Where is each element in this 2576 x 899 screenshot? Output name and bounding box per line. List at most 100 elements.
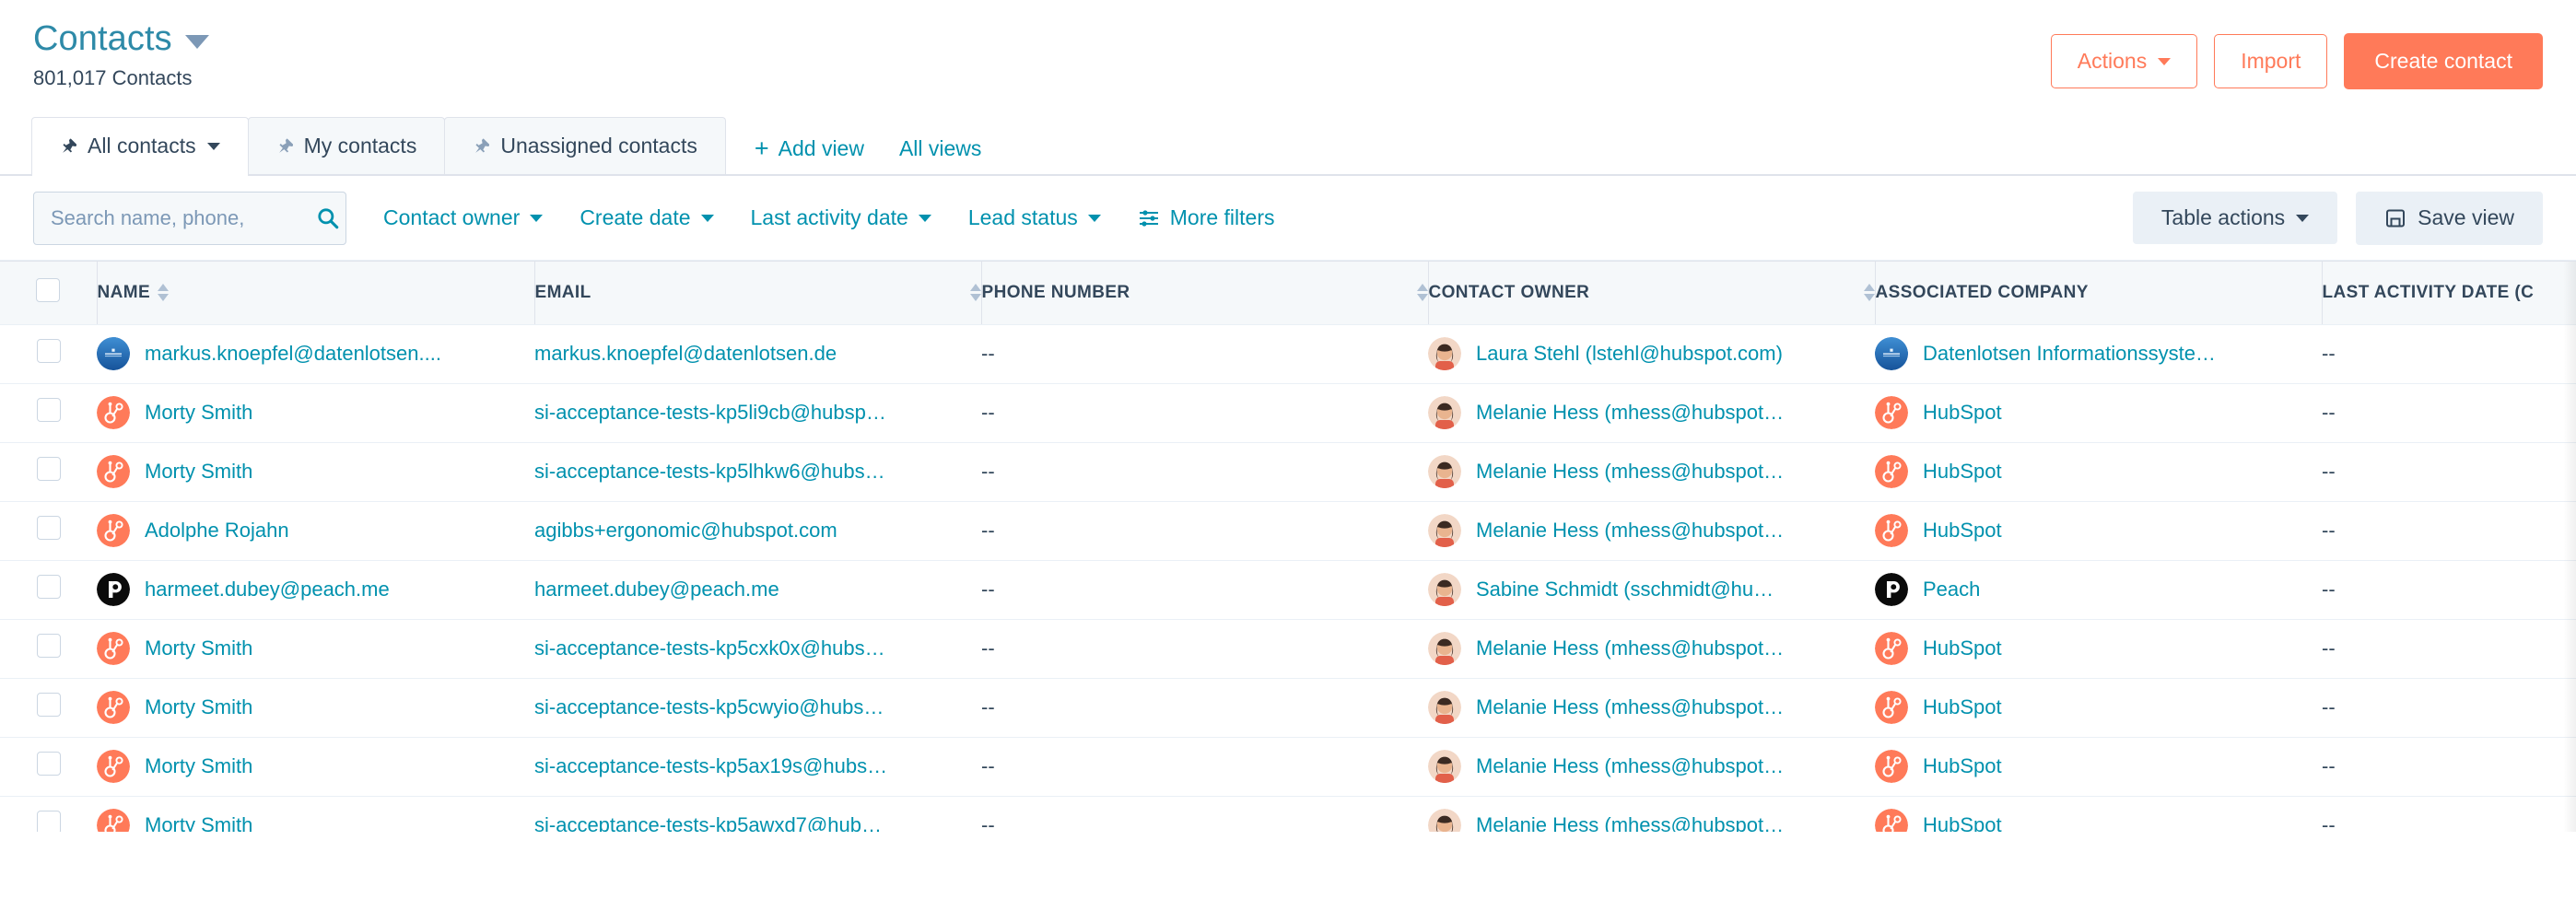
contact-owner-link[interactable]: Melanie Hess (mhess@hubspot…	[1476, 695, 1784, 719]
tab-unassigned-contacts[interactable]: Unassigned contacts	[444, 117, 726, 174]
table-row[interactable]: markus.knoepfel@datenlotsen.... markus.kn…	[0, 324, 2576, 384]
column-header-contact-owner[interactable]: CONTACT OWNER	[1428, 262, 1876, 325]
row-checkbox[interactable]	[36, 457, 61, 481]
cell-contact-owner[interactable]: Melanie Hess (mhess@hubspot…	[1428, 737, 1875, 797]
contact-owner-link[interactable]: Melanie Hess (mhess@hubspot…	[1476, 519, 1784, 543]
row-checkbox[interactable]	[36, 575, 61, 599]
row-select-cell[interactable]	[0, 501, 97, 561]
contact-email-link[interactable]: agibbs+ergonomic@hubspot.com	[534, 519, 981, 543]
cell-email[interactable]: si-acceptance-tests-kp5cxk0x@hubs…	[534, 619, 981, 679]
cell-email[interactable]: si-acceptance-tests-kp5awxd7@hub…	[534, 796, 981, 832]
cell-associated-company[interactable]: HubSpot	[1875, 737, 2322, 797]
row-select-cell[interactable]	[0, 737, 97, 797]
select-all-checkbox[interactable]	[36, 277, 61, 302]
column-header-email[interactable]: EMAIL	[534, 262, 982, 325]
page-title-dropdown[interactable]: Contacts	[33, 19, 209, 59]
contact-name-link[interactable]: Morty Smith	[145, 695, 252, 719]
cell-name[interactable]: harmeet.dubey@peach.me	[97, 560, 534, 620]
column-header-phone-number[interactable]: PHONE NUMBER	[981, 262, 1429, 325]
cell-email[interactable]: harmeet.dubey@peach.me	[534, 560, 981, 620]
associated-company-link[interactable]: Peach	[1923, 578, 1980, 601]
search-input[interactable]	[51, 205, 316, 230]
row-select-cell[interactable]	[0, 442, 97, 502]
cell-email[interactable]: markus.knoepfel@datenlotsen.de	[534, 324, 981, 384]
cell-associated-company[interactable]: HubSpot	[1875, 501, 2322, 561]
filter-lead-status[interactable]: Lead status	[968, 205, 1101, 230]
associated-company-link[interactable]: HubSpot	[1923, 401, 2002, 425]
column-header-last-activity-date[interactable]: LAST ACTIVITY DATE (C	[2322, 262, 2576, 325]
cell-contact-owner[interactable]: Melanie Hess (mhess@hubspot…	[1428, 619, 1875, 679]
sort-icon[interactable]	[1416, 284, 1428, 302]
table-row[interactable]: harmeet.dubey@peach.me harmeet.dubey@peac…	[0, 560, 2576, 620]
contact-owner-link[interactable]: Melanie Hess (mhess@hubspot…	[1476, 636, 1784, 660]
associated-company-link[interactable]: HubSpot	[1923, 460, 2002, 484]
sort-icon[interactable]	[969, 284, 981, 302]
cell-email[interactable]: si-acceptance-tests-kp5cwyio@hubs…	[534, 678, 981, 738]
contact-email-link[interactable]: markus.knoepfel@datenlotsen.de	[534, 342, 981, 366]
table-row[interactable]: Morty Smith si-acceptance-tests-kp5cxk0x@…	[0, 619, 2576, 679]
column-header-name[interactable]: NAME	[97, 262, 535, 325]
row-checkbox[interactable]	[36, 634, 61, 658]
associated-company-link[interactable]: HubSpot	[1923, 754, 2002, 778]
cell-contact-owner[interactable]: Sabine Schmidt (sschmidt@hu…	[1428, 560, 1875, 620]
contact-name-link[interactable]: Morty Smith	[145, 401, 252, 425]
contact-owner-link[interactable]: Sabine Schmidt (sschmidt@hu…	[1476, 578, 1774, 601]
cell-associated-company[interactable]: HubSpot	[1875, 619, 2322, 679]
all-views-link[interactable]: All views	[899, 136, 981, 161]
row-checkbox[interactable]	[36, 811, 61, 832]
cell-associated-company[interactable]: HubSpot	[1875, 442, 2322, 502]
sort-icon[interactable]	[1863, 284, 1875, 302]
cell-name[interactable]: Morty Smith	[97, 737, 534, 797]
table-row[interactable]: Morty Smith si-acceptance-tests-kp5li9cb@…	[0, 383, 2576, 443]
contact-name-link[interactable]: Morty Smith	[145, 636, 252, 660]
cell-name[interactable]: Adolphe Rojahn	[97, 501, 534, 561]
cell-associated-company[interactable]: Peach	[1875, 560, 2322, 620]
contact-owner-link[interactable]: Melanie Hess (mhess@hubspot…	[1476, 754, 1784, 778]
table-actions-button[interactable]: Table actions	[2132, 192, 2338, 244]
associated-company-link[interactable]: HubSpot	[1923, 695, 2002, 719]
cell-name[interactable]: Morty Smith	[97, 383, 534, 443]
associated-company-link[interactable]: Datenlotsen Informationssyste…	[1923, 342, 2216, 366]
column-header-associated-company[interactable]: ASSOCIATED COMPANY	[1875, 262, 2323, 325]
contact-name-link[interactable]: Morty Smith	[145, 460, 252, 484]
cell-name[interactable]: Morty Smith	[97, 678, 534, 738]
contact-owner-link[interactable]: Melanie Hess (mhess@hubspot…	[1476, 401, 1784, 425]
filter-create-date[interactable]: Create date	[580, 205, 714, 230]
associated-company-link[interactable]: HubSpot	[1923, 519, 2002, 543]
row-select-cell[interactable]	[0, 678, 97, 738]
row-checkbox[interactable]	[36, 398, 61, 422]
table-row[interactable]: Morty Smith si-acceptance-tests-kp5lhkw6@…	[0, 442, 2576, 502]
cell-email[interactable]: agibbs+ergonomic@hubspot.com	[534, 501, 981, 561]
contact-name-link[interactable]: markus.knoepfel@datenlotsen....	[145, 342, 441, 366]
cell-email[interactable]: si-acceptance-tests-kp5li9cb@hubsp…	[534, 383, 981, 443]
cell-contact-owner[interactable]: Melanie Hess (mhess@hubspot…	[1428, 796, 1875, 832]
contact-email-link[interactable]: si-acceptance-tests-kp5li9cb@hubsp…	[534, 401, 981, 425]
cell-associated-company[interactable]: Datenlotsen Informationssyste…	[1875, 324, 2322, 384]
cell-associated-company[interactable]: HubSpot	[1875, 678, 2322, 738]
row-select-cell[interactable]	[0, 383, 97, 443]
contact-owner-link[interactable]: Laura Stehl (lstehl@hubspot.com)	[1476, 342, 1783, 366]
cell-contact-owner[interactable]: Melanie Hess (mhess@hubspot…	[1428, 442, 1875, 502]
contact-owner-link[interactable]: Melanie Hess (mhess@hubspot…	[1476, 813, 1784, 832]
cell-contact-owner[interactable]: Melanie Hess (mhess@hubspot…	[1428, 501, 1875, 561]
row-select-cell[interactable]	[0, 619, 97, 679]
filter-contact-owner[interactable]: Contact owner	[383, 205, 544, 230]
cell-email[interactable]: si-acceptance-tests-kp5ax19s@hubs…	[534, 737, 981, 797]
import-button[interactable]: Import	[2214, 34, 2328, 88]
row-select-cell[interactable]	[0, 324, 97, 384]
table-row[interactable]: Morty Smith si-acceptance-tests-kp5awxd7@…	[0, 796, 2576, 832]
contact-name-link[interactable]: Morty Smith	[145, 754, 252, 778]
contact-email-link[interactable]: si-acceptance-tests-kp5ax19s@hubs…	[534, 754, 981, 778]
cell-name[interactable]: Morty Smith	[97, 619, 534, 679]
contact-email-link[interactable]: harmeet.dubey@peach.me	[534, 578, 981, 601]
cell-email[interactable]: si-acceptance-tests-kp5lhkw6@hubs…	[534, 442, 981, 502]
cell-associated-company[interactable]: HubSpot	[1875, 796, 2322, 832]
associated-company-link[interactable]: HubSpot	[1923, 636, 2002, 660]
row-checkbox[interactable]	[36, 339, 61, 363]
table-row[interactable]: Morty Smith si-acceptance-tests-kp5cwyio@…	[0, 678, 2576, 738]
cell-contact-owner[interactable]: Melanie Hess (mhess@hubspot…	[1428, 383, 1875, 443]
table-row[interactable]: Adolphe Rojahn agibbs+ergonomic@hubspot.c…	[0, 501, 2576, 561]
contact-email-link[interactable]: si-acceptance-tests-kp5cwyio@hubs…	[534, 695, 981, 719]
contact-owner-link[interactable]: Melanie Hess (mhess@hubspot…	[1476, 460, 1784, 484]
select-all-header[interactable]	[0, 262, 98, 325]
